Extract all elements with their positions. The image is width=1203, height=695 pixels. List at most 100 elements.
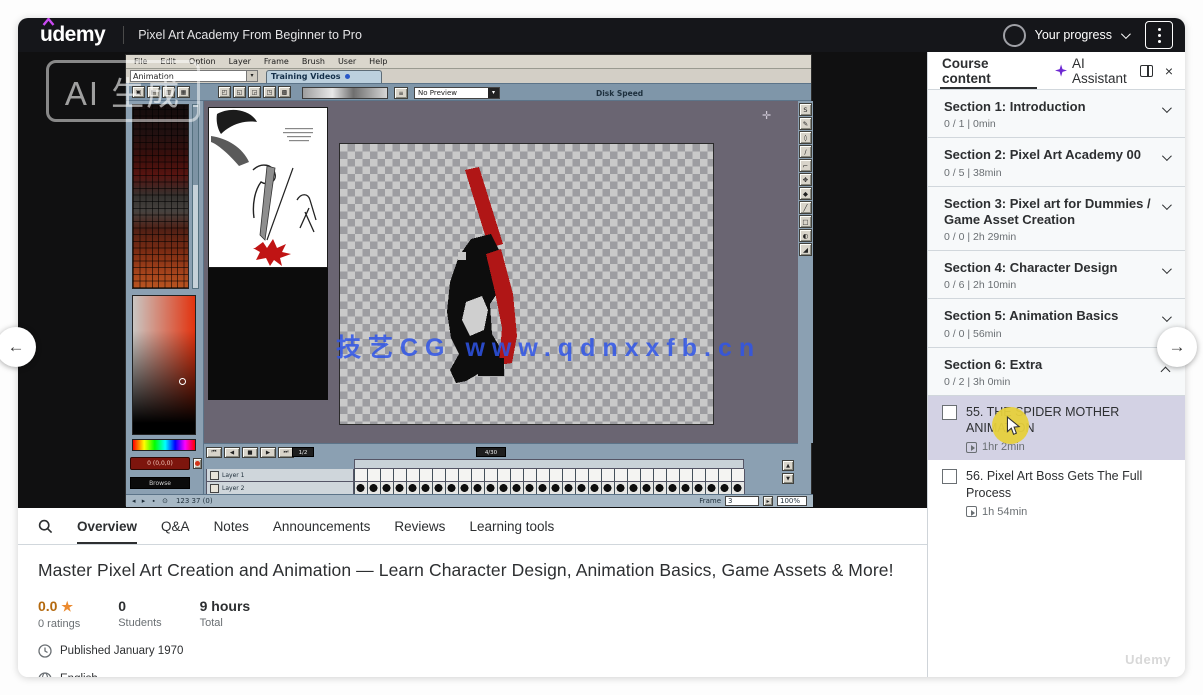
menu-layer[interactable]: Layer <box>229 57 251 66</box>
tool-shade-button[interactable]: ◐ <box>799 229 812 242</box>
star-icon: ★ <box>61 599 73 614</box>
tab-notes[interactable]: Notes <box>214 508 249 544</box>
section-title: Section 1: Introduction <box>944 99 1155 115</box>
palette-info-button[interactable]: 0 (0,0,0) <box>130 457 190 470</box>
tab-learning-tools[interactable]: Learning tools <box>469 508 554 544</box>
close-icon[interactable]: × <box>1165 64 1173 78</box>
header-divider <box>123 26 124 44</box>
app-status-bar: ◂ ▸ ∙ ⊙ 123 37 (0) Frame 3 ▸ 100% <box>126 494 813 507</box>
document-tab[interactable]: Training Videos <box>266 70 382 83</box>
timeline-frame-tab[interactable]: 4/30 <box>476 447 506 457</box>
section-title: Section 3: Pixel art for Dummies / Game … <box>944 196 1155 229</box>
course-title[interactable]: Pixel Art Academy From Beginner to Pro <box>138 28 362 42</box>
tool-fill-button[interactable]: ◆ <box>799 187 812 200</box>
palette-scrollbar[interactable] <box>192 104 199 289</box>
course-content-sidebar: Course content AI Assistant × Section 1:… <box>927 52 1185 677</box>
transport-controls: ⏮ ◀ ■ ▶ ⏭ <box>206 447 294 458</box>
udemy-logo-caret-icon <box>42 18 55 26</box>
more-options-button[interactable] <box>1145 21 1173 49</box>
section-title: Section 5: Animation Basics <box>944 308 1155 324</box>
section-row-1[interactable]: Section 1: Introduction 0 / 1 | 0min <box>928 90 1185 138</box>
timeline-range-tab[interactable]: 1/2 <box>292 447 314 457</box>
sidebar-header: Course content AI Assistant × <box>928 52 1185 90</box>
layer-1-label[interactable]: Layer 1 <box>206 469 354 482</box>
menu-user[interactable]: User <box>338 57 356 66</box>
zoom-level-value[interactable]: 100% <box>777 496 807 506</box>
play-button[interactable]: ▶ <box>260 447 276 458</box>
chevron-down-icon <box>1162 312 1172 322</box>
pixel-art-app-window: File Edit Option Layer Frame Brush User … <box>125 54 812 506</box>
stop-button[interactable]: ■ <box>242 447 258 458</box>
frame-step-button[interactable]: ▸ <box>763 496 773 506</box>
layer-1-frames[interactable] <box>354 469 745 482</box>
tool-pencil-button[interactable]: ✎ <box>799 117 812 130</box>
toolbar-button[interactable]: ◰ <box>218 86 231 98</box>
tool-rect-button[interactable]: □ <box>799 215 812 228</box>
tool-select-button[interactable]: ⌐ <box>799 159 812 172</box>
timeline-grid: 1234567891011121314151617181920212223242… <box>206 459 745 495</box>
app-menu-bar: File Edit Option Layer Frame Brush User … <box>126 55 811 69</box>
tool-lasso-button[interactable]: S <box>799 103 812 116</box>
section-meta: 0 / 0 | 2h 29min <box>944 231 1155 243</box>
section-row-3[interactable]: Section 3: Pixel art for Dummies / Game … <box>928 187 1185 252</box>
timeline-layer-row: Layer 1 <box>206 469 745 482</box>
toolbar-button[interactable]: ◳ <box>263 86 276 98</box>
menu-brush[interactable]: Brush <box>302 57 325 66</box>
lecture-row-56[interactable]: 56. Pixel Art Boss Gets The Full Process… <box>928 460 1185 525</box>
udemy-logo[interactable]: udemy <box>40 23 105 47</box>
app-toolbar: ▣ ▤ ▥ ▦ ◰ ◱ ◲ ◳ ▩ ≡ No Preview▾ <box>126 83 811 101</box>
section-row-2[interactable]: Section 2: Pixel Art Academy 00 0 / 5 | … <box>928 138 1185 186</box>
lecture-checkbox[interactable] <box>942 405 957 420</box>
search-icon[interactable] <box>38 508 53 544</box>
tool-move-button[interactable]: ✥ <box>799 173 812 186</box>
tool-gradient-button[interactable]: ◢ <box>799 243 812 256</box>
toolbar-button[interactable]: ≡ <box>394 87 408 99</box>
layer-visibility-toggle[interactable] <box>210 484 219 493</box>
timeline-scroll-up-button[interactable]: ▲ <box>782 460 794 471</box>
palette-browse-button[interactable]: Browse <box>130 477 190 489</box>
layer-visibility-toggle[interactable] <box>210 471 219 480</box>
animation-timeline: ⏮ ◀ ■ ▶ ⏭ 1/2 4/30 123456789101112131415… <box>204 443 798 494</box>
toolbar-hint-text: Disk Speed <box>596 89 643 98</box>
stat-students: 0 Students <box>118 598 161 630</box>
tab-ai-assistant[interactable]: AI Assistant <box>1053 52 1140 89</box>
tab-reviews[interactable]: Reviews <box>394 508 445 544</box>
toolbar-button[interactable]: ◱ <box>233 86 246 98</box>
first-frame-button[interactable]: ⏮ <box>206 447 222 458</box>
dock-panel-icon[interactable] <box>1140 65 1153 77</box>
color-picker-marker[interactable] <box>179 378 186 385</box>
prev-frame-button[interactable]: ◀ <box>224 447 240 458</box>
color-palette-grid[interactable] <box>132 104 189 289</box>
hue-slider[interactable] <box>132 439 196 451</box>
tab-qa[interactable]: Q&A <box>161 508 190 544</box>
section-row-5[interactable]: Section 5: Animation Basics 0 / 0 | 56mi… <box>928 299 1185 347</box>
your-progress-label[interactable]: Your progress <box>1035 28 1112 42</box>
frame-number-input[interactable]: 3 <box>725 496 759 506</box>
preview-mode-dropdown[interactable]: No Preview▾ <box>414 87 500 99</box>
tab-announcements[interactable]: Announcements <box>273 508 371 544</box>
section-row-6[interactable]: Section 6: Extra 0 / 2 | 3h 0min <box>928 348 1185 396</box>
tab-course-content[interactable]: Course content <box>940 52 1037 89</box>
palette-color-swatch-button[interactable] <box>193 458 202 469</box>
brush-preview[interactable] <box>302 87 388 99</box>
toolbar-button[interactable]: ▩ <box>278 86 291 98</box>
tool-stroke-button[interactable]: ╱ <box>799 201 812 214</box>
next-lecture-button[interactable]: → <box>1157 327 1197 367</box>
menu-frame[interactable]: Frame <box>264 57 289 66</box>
timeline-scroll-down-button[interactable]: ▼ <box>782 473 794 484</box>
course-heading: Master Pixel Art Creation and Animation … <box>38 560 907 581</box>
lecture-row-55[interactable]: 55. THE SPIDER MOTHER ANIMATION 1hr 2min <box>928 396 1185 461</box>
dropdown-arrow-icon: ▾ <box>488 88 499 98</box>
section-row-4[interactable]: Section 4: Character Design 0 / 6 | 2h 1… <box>928 251 1185 299</box>
tool-line-button[interactable]: / <box>799 145 812 158</box>
section-meta: 0 / 1 | 0min <box>944 118 1155 130</box>
lecture-checkbox[interactable] <box>942 469 957 484</box>
pixel-canvas[interactable] <box>339 143 714 425</box>
tool-eraser-button[interactable]: ◊ <box>799 131 812 144</box>
language-line: English <box>38 672 907 677</box>
chevron-down-icon[interactable] <box>1121 29 1131 39</box>
menu-help[interactable]: Help <box>369 57 387 66</box>
color-picker-gradient[interactable] <box>132 295 196 435</box>
toolbar-button[interactable]: ◲ <box>248 86 261 98</box>
tab-overview[interactable]: Overview <box>77 508 137 544</box>
